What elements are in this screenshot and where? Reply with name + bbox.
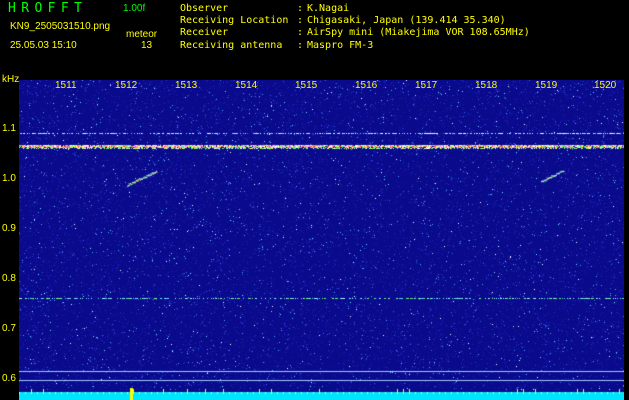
time-tick-label: 1520	[594, 80, 617, 91]
station-key: Receiving Location	[180, 15, 289, 27]
station-row-observer: Observer: K.Nagai	[180, 3, 350, 14]
station-value: AirSpy mini (Miakejima VOR 108.65MHz)	[307, 27, 530, 39]
y-tick-label: 0.8	[2, 273, 16, 284]
time-tick-label: 1511	[55, 80, 77, 91]
spectrogram	[19, 80, 624, 400]
time-tick-label: 1516	[355, 80, 378, 91]
station-row-antenna: Receiving antenna: Maspro FM-3	[180, 39, 374, 51]
time-tick-label: 1515	[295, 80, 318, 91]
app-title: HROFFT	[8, 1, 88, 16]
station-value: Chigasaki, Japan (139.414 35.340)	[307, 15, 506, 27]
time-tick-label: 1517	[415, 80, 438, 91]
y-tick-label: 1.1	[2, 123, 16, 134]
y-tick-label: 0.9	[2, 223, 16, 234]
datetime-label: 25.05.03 15:10	[10, 40, 77, 51]
time-tick-label: 1512	[115, 80, 138, 91]
station-row-receiver: Receiver: AirSpy mini (Miakejima VOR 108.…	[180, 27, 530, 39]
station-row-location: Receiving Location: Chigasaki, Japan (139…	[180, 15, 506, 27]
y-axis-unit: kHz	[2, 74, 20, 85]
station-key: Receiving antenna	[180, 39, 283, 51]
filename-label: KN9_2505031510.png	[10, 21, 111, 32]
y-tick-label: 1.0	[2, 173, 16, 184]
station-key: Observer	[180, 3, 229, 14]
header: HROFFT 1.00f KN9_2505031510.png meteor 2…	[0, 0, 629, 74]
meteor-count: 13	[141, 40, 153, 51]
time-tick-label: 1518	[475, 80, 498, 91]
station-value: Maspro FM-3	[307, 39, 374, 51]
time-tick-label: 1519	[535, 80, 558, 91]
station-info: Observer: K.Nagai Receiving Location: Chig…	[180, 3, 530, 52]
station-value: K.Nagai	[307, 3, 350, 14]
meteor-label: meteor	[126, 29, 158, 40]
y-tick-label: 0.6	[2, 373, 16, 384]
station-key: Receiver	[180, 27, 229, 39]
y-tick-label: 0.7	[2, 323, 16, 334]
version-label: 1.00f	[123, 3, 146, 14]
time-tick-label: 1513	[175, 80, 198, 91]
time-tick-label: 1514	[235, 80, 258, 91]
